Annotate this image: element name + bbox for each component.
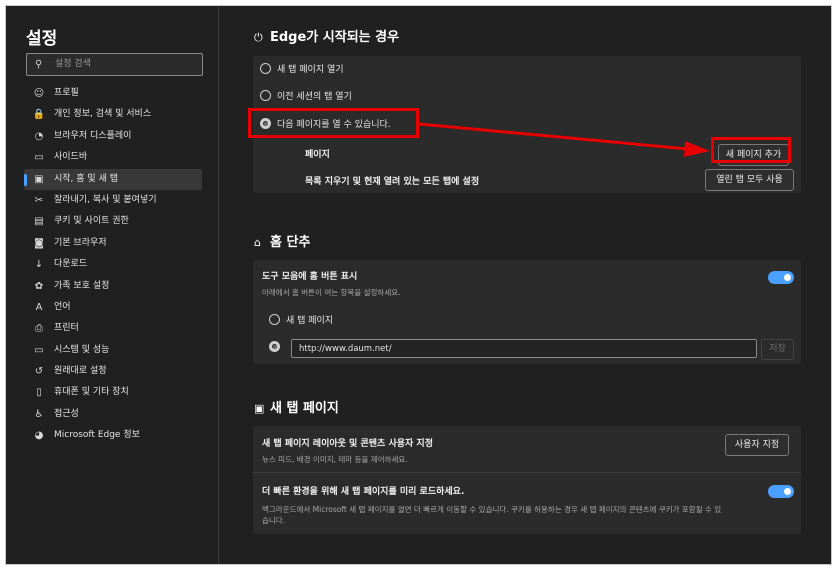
sidebar-item-profile[interactable]: ☺ 프로필 <box>24 83 202 104</box>
sidebar-item-cookies[interactable]: ▤ 쿠키 및 사이트 권한 <box>24 211 202 232</box>
sidebar-item-appearance[interactable]: ◔ 브라우저 디스플레이 <box>24 126 202 147</box>
sidebar-item-label: Microsoft Edge 정보 <box>54 430 140 441</box>
settings-window: 설정 ⚲ 설정 검색 ☺ 프로필 🔒 개인 정보, 검색 및 서비스 ◔ 브라우저 디… <box>5 5 832 565</box>
customize-button[interactable]: 사용자 지정 <box>725 434 789 456</box>
sidebar-item-label: 시스템 및 성능 <box>54 344 110 355</box>
show-home-button-desc: 아래에서 홈 버튼이 여는 항목을 설정하세요. <box>262 288 401 297</box>
radio-selected[interactable] <box>269 341 280 352</box>
home-option-newtab[interactable]: 새 탭 페이지 <box>269 312 333 330</box>
sidebar-icon: ▭ <box>34 152 44 164</box>
sidebar-item-accessibility[interactable]: ♿ 접근성 <box>24 404 202 425</box>
scissors-icon: ✂ <box>34 194 44 206</box>
lock-icon: 🔒 <box>32 109 46 121</box>
home-section-title: ⌂ 홈 단추 <box>254 231 310 250</box>
sidebar-item-label: 다운로드 <box>54 259 88 270</box>
preload-label: 더 빠른 환경을 위해 새 탭 페이지를 미리 로드하세요. <box>262 487 465 497</box>
browser-icon: ◙ <box>34 237 44 249</box>
clear-list-label: 목록 지우기 및 현재 열려 있는 모든 탭에 설정 <box>305 177 480 187</box>
newtab-card: 새 탭 페이지 레이아웃 및 콘텐츠 사용자 지정 뉴스 피드, 배경 이미지,… <box>253 426 801 534</box>
sidebar-title: 설정 <box>26 29 58 49</box>
sidebar-item-start-home-newtab[interactable]: ▣ 시작, 홈 및 새 탭 <box>24 168 202 190</box>
sidebar-item-reset[interactable]: ↺ 원래대로 설정 <box>24 361 202 382</box>
sidebar-item-label: 사이드바 <box>54 152 88 163</box>
startup-option-continue[interactable]: 이전 세션의 탭 열기 <box>260 88 352 106</box>
sidebar-item-label: 원래대로 설정 <box>54 366 107 377</box>
appearance-icon: ◔ <box>34 130 44 142</box>
search-input[interactable]: ⚲ 설정 검색 <box>26 53 203 76</box>
newtab-section-title: ▣ 새 탭 페이지 <box>254 397 339 416</box>
home-card: 도구 모음에 홈 버튼 표시 아래에서 홈 버튼이 여는 항목을 설정하세요. … <box>253 260 801 364</box>
sidebar-item-label: 언어 <box>54 301 71 312</box>
phone-icon: ▯ <box>36 387 42 399</box>
sidebar-item-printers[interactable]: ⎙ 프린터 <box>24 318 202 339</box>
reset-icon: ↺ <box>34 366 44 378</box>
home-option-url[interactable] <box>269 339 286 357</box>
sidebar-item-family[interactable]: ✿ 가족 보호 설정 <box>24 276 202 297</box>
option-label: 이전 세션의 탭 열기 <box>277 92 352 102</box>
startup-title-text: Edge가 시작되는 경우 <box>270 30 400 45</box>
sidebar-item-phone[interactable]: ▯ 휴대폰 및 기타 장치 <box>24 382 202 403</box>
laptop-icon: ▭ <box>34 344 44 356</box>
use-all-open-tabs-button[interactable]: 열린 탭 모두 사용 <box>705 169 794 191</box>
preload-desc-line2: 습니다. <box>262 516 286 525</box>
startup-section-title: ⏻ Edge가 시작되는 경우 <box>254 26 399 45</box>
home-newtab-icon: ▣ <box>34 173 44 185</box>
annotation-box-add-page <box>711 137 791 163</box>
sidebar-item-label: 잘라내기, 복사 및 붙여넣기 <box>54 194 157 205</box>
annotation-box-specific-pages <box>248 108 419 138</box>
newtab-title-text: 새 탭 페이지 <box>270 401 339 416</box>
sidebar: 설정 ⚲ 설정 검색 ☺ 프로필 🔒 개인 정보, 검색 및 서비스 ◔ 브라우저 디… <box>6 6 219 564</box>
search-placeholder: 설정 검색 <box>55 59 91 69</box>
radio[interactable] <box>269 314 280 325</box>
radio[interactable] <box>260 90 271 101</box>
sidebar-item-label: 프로필 <box>54 88 79 98</box>
radio[interactable] <box>260 63 271 74</box>
sidebar-item-label: 기본 브라우저 <box>54 237 107 248</box>
home-button-toggle[interactable] <box>768 271 794 284</box>
home-url-input[interactable]: http://www.daum.net/ <box>291 339 757 358</box>
sidebar-item-label: 브라우저 디스플레이 <box>54 130 132 141</box>
customize-label: 새 탭 페이지 레이아웃 및 콘텐츠 사용자 지정 <box>262 439 433 449</box>
cookies-icon: ▤ <box>34 216 44 228</box>
preload-toggle[interactable] <box>768 485 794 498</box>
main-content: ⏻ Edge가 시작되는 경우 새 탭 페이지 열기 이전 세션의 탭 열기 다음… <box>219 6 831 564</box>
newtab-icon: ▣ <box>254 402 265 415</box>
customize-desc: 뉴스 피드, 배경 이미지, 테마 등을 제어하세요. <box>262 455 408 464</box>
sidebar-item-downloads[interactable]: ↓ 다운로드 <box>24 254 202 275</box>
power-icon: ⏻ <box>254 31 263 44</box>
startup-option-newtab[interactable]: 새 탭 페이지 열기 <box>260 61 344 79</box>
sidebar-item-default-browser[interactable]: ◙ 기본 브라우저 <box>24 233 202 254</box>
preload-desc-line1: 백그라운드에서 Microsoft 새 탭 페이지를 열면 더 빠르게 이동할 … <box>262 505 722 514</box>
sidebar-item-system[interactable]: ▭ 시스템 및 성능 <box>24 340 202 361</box>
sidebar-item-about[interactable]: ◕ Microsoft Edge 정보 <box>24 425 202 446</box>
sidebar-item-label: 시작, 홈 및 새 탭 <box>54 173 118 184</box>
divider <box>253 472 801 473</box>
sidebar-item-label: 접근성 <box>54 408 79 419</box>
sidebar-nav: ☺ 프로필 🔒 개인 정보, 검색 및 서비스 ◔ 브라우저 디스플레이 ▭ 사이드바 … <box>24 83 202 447</box>
edge-logo-icon: ◕ <box>34 430 44 442</box>
option-label: 새 탭 페이지 <box>286 316 334 326</box>
search-icon: ⚲ <box>35 59 43 70</box>
family-icon: ✿ <box>34 280 44 292</box>
printer-icon: ⎙ <box>35 323 43 335</box>
save-button[interactable]: 저장 <box>761 339 794 360</box>
download-icon: ↓ <box>34 259 44 271</box>
sidebar-item-privacy[interactable]: 🔒 개인 정보, 검색 및 서비스 <box>24 104 202 125</box>
profile-icon: ☺ <box>33 88 45 99</box>
sidebar-item-share-copy-paste[interactable]: ✂ 잘라내기, 복사 및 붙여넣기 <box>24 190 202 211</box>
sidebar-item-label: 휴대폰 및 기타 장치 <box>54 387 129 398</box>
sidebar-item-languages[interactable]: A 언어 <box>24 297 202 318</box>
sidebar-item-label: 개인 정보, 검색 및 서비스 <box>54 109 152 120</box>
sidebar-item-sidebar[interactable]: ▭ 사이드바 <box>24 147 202 168</box>
sidebar-item-label: 쿠키 및 사이트 권한 <box>54 216 129 227</box>
pages-label: 페이지 <box>305 150 330 160</box>
language-icon: A <box>35 301 43 313</box>
accessibility-icon: ♿ <box>34 408 44 420</box>
home-title-text: 홈 단추 <box>270 235 311 250</box>
option-label: 새 탭 페이지 열기 <box>277 65 344 75</box>
sidebar-item-label: 프린터 <box>54 323 79 334</box>
show-home-button-label: 도구 모음에 홈 버튼 표시 <box>262 272 358 282</box>
sidebar-item-label: 가족 보호 설정 <box>54 280 110 291</box>
home-icon: ⌂ <box>254 236 261 249</box>
